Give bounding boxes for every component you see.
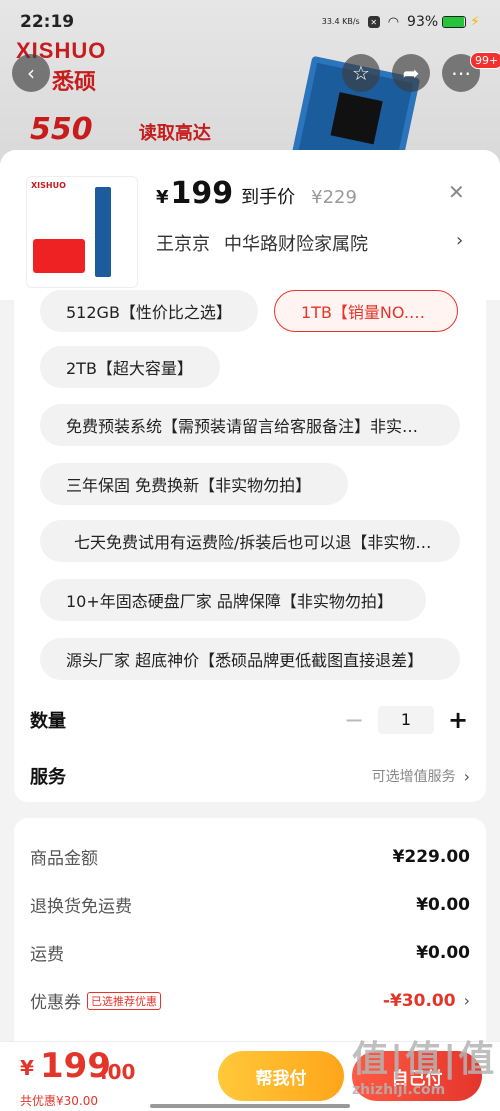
hero-brand-cn: 悉硕 — [52, 69, 97, 94]
return-shipping-label: 退换货免运费 — [30, 897, 132, 917]
quantity-row: 数量 − 1 + — [14, 696, 486, 744]
chevron-right-icon[interactable]: › — [456, 230, 463, 251]
discount-note: 共优惠¥30.00 — [20, 1094, 98, 1108]
option-chip[interactable]: 源头厂家 超底神价【悉硕品牌更低截图直接退差】 — [40, 638, 460, 680]
product-thumbnail: XISHUO — [26, 176, 138, 288]
shipping-value: ¥0.00 — [416, 942, 470, 963]
option-chip[interactable]: 免费预装系统【需预装请留言给客服备注】非实物勿拍 — [40, 404, 460, 446]
close-icon[interactable]: ✕ — [448, 180, 465, 204]
share-button[interactable]: ➦ — [392, 54, 430, 92]
option-chip[interactable]: 七天免费试用有运费险/拆装后也可以退【非实物勿拍】 — [40, 520, 460, 562]
goods-amount-value: ¥229.00 — [392, 846, 470, 867]
back-button[interactable]: ‹ — [12, 54, 50, 92]
chevron-right-icon: › — [463, 766, 470, 786]
increase-button[interactable]: + — [446, 706, 470, 734]
help-pay-button[interactable]: 帮我付 — [218, 1051, 344, 1101]
quantity-input[interactable]: 1 — [378, 706, 434, 734]
notification-icon: ✕ — [367, 16, 380, 28]
message-count-badge: 99+ — [470, 52, 500, 69]
service-row[interactable]: 服务 可选增值服务 › — [14, 752, 486, 800]
quantity-stepper: − 1 + — [342, 706, 470, 734]
total-price-decimal: .00 — [100, 1060, 136, 1084]
status-time: 22:19 — [20, 12, 75, 32]
goods-amount-row: 商品金额 ¥229.00 — [30, 844, 470, 870]
hero-speed-text: 读取高达 — [138, 123, 211, 144]
hero-speed-number: 550 — [30, 112, 93, 147]
watermark: 值|值|值 zhizhiji.com — [352, 1039, 497, 1098]
final-price: 199 — [170, 176, 234, 211]
star-icon: ☆ — [352, 61, 370, 85]
battery-percent: 93% — [407, 14, 439, 30]
share-arrow-icon: ➦ — [402, 61, 420, 85]
original-price: ¥229 — [311, 187, 357, 208]
wifi-icon: ◠ — [387, 14, 400, 30]
charging-icon: ⚡ — [470, 14, 480, 30]
chevron-right-icon: › — [463, 991, 470, 1010]
price-symbol: ¥ — [156, 187, 169, 208]
shipping-row: 运费 ¥0.00 — [30, 940, 470, 966]
shipping-label: 运费 — [30, 945, 64, 965]
option-chip-selected[interactable]: 1TB【销量NO.1】 — [274, 290, 458, 332]
coupon-value: -¥30.00 — [382, 990, 456, 1011]
total-symbol: ¥ — [20, 1056, 34, 1080]
address-place: 中华路财险家属院 — [224, 234, 368, 255]
thumbnail-brand: XISHUO — [31, 181, 66, 190]
service-label: 服务 — [30, 767, 66, 788]
quantity-label: 数量 — [30, 711, 66, 732]
service-hint: 可选增值服务 — [371, 769, 456, 785]
address-name: 王京京 — [156, 234, 210, 255]
coupon-label: 优惠券 — [30, 993, 81, 1013]
checkout-screen: XISHUO 悉硕 550 读取高达 ‹ ☆ ➦ ⋯ 99+ 22:19 33.… — [0, 0, 500, 1111]
chevron-left-icon: ‹ — [27, 61, 35, 85]
final-price-label: 到手价 — [241, 187, 296, 208]
battery-icon — [442, 16, 467, 28]
status-bar: 22:19 33.4 KB/s ✕ ◠ 93% ⚡ — [0, 0, 500, 44]
price-row: ¥ 199 到手价 ¥229 — [156, 176, 357, 211]
option-chip[interactable]: 512GB【性价比之选】 — [40, 290, 258, 332]
favorite-button[interactable]: ☆ — [342, 54, 380, 92]
goods-amount-label: 商品金额 — [30, 849, 98, 869]
coupon-tag: 已选推荐优惠 — [87, 991, 161, 1010]
return-shipping-row: 退换货免运费 ¥0.00 — [30, 892, 470, 918]
option-chip[interactable]: 10+年固态硬盘厂家 品牌保障【非实物勿拍】 — [40, 579, 426, 621]
sheet-header: XISHUO ¥ 199 到手价 ¥229 ✕ 王京京 中华路财险家属院 › — [0, 150, 500, 300]
return-shipping-value: ¥0.00 — [416, 894, 470, 915]
network-speed: 33.4 KB/s — [321, 17, 360, 26]
home-indicator[interactable] — [150, 1104, 350, 1108]
decrease-button[interactable]: − — [342, 706, 366, 734]
purchase-sheet: XISHUO ¥ 199 到手价 ¥229 ✕ 王京京 中华路财险家属院 › 5… — [0, 150, 500, 1111]
more-dots-icon: ⋯ — [451, 61, 471, 85]
option-chip[interactable]: 三年保固 免费换新【非实物勿拍】 — [40, 463, 348, 505]
address-selector[interactable]: 王京京 中华路财险家属院 — [156, 230, 368, 256]
battery-indicator: 93% ⚡ — [407, 14, 480, 30]
option-chip[interactable]: 2TB【超大容量】 — [40, 346, 220, 388]
hero-speed: 550 读取高达 — [30, 112, 211, 147]
options-card: 512GB【性价比之选】 1TB【销量NO.1】 2TB【超大容量】 免费预装系… — [14, 290, 486, 802]
coupon-row[interactable]: 优惠券 已选推荐优惠 -¥30.00 › — [30, 988, 470, 1014]
